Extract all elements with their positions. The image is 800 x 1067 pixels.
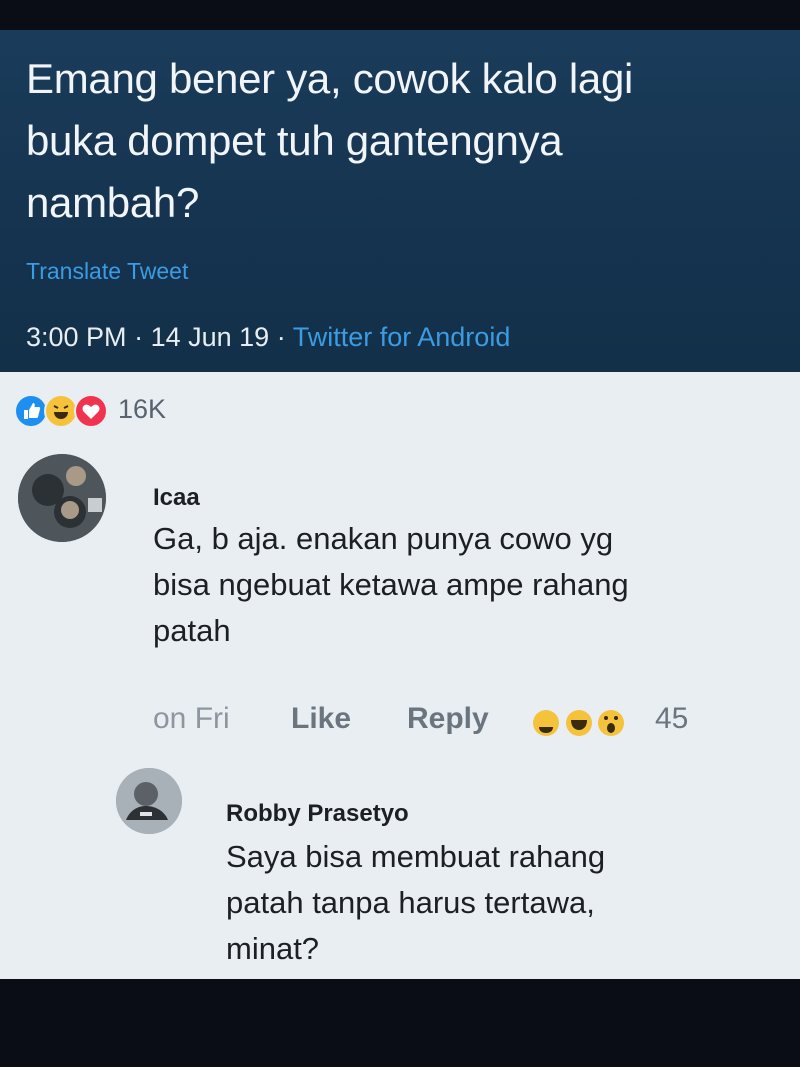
meta-separator: · bbox=[134, 322, 144, 352]
avatar[interactable] bbox=[116, 768, 182, 834]
love-icon bbox=[74, 394, 108, 428]
tweet-text-line: buka dompet tuh gantengnya bbox=[26, 117, 563, 164]
tweet-time: 3:00 PM bbox=[26, 322, 127, 352]
reply-text: Saya bisa membuat rahang patah tanpa har… bbox=[226, 834, 786, 972]
tweet-text-line: nambah? bbox=[26, 179, 200, 226]
reply-button[interactable]: Reply bbox=[407, 702, 489, 736]
haha-icon bbox=[44, 394, 78, 428]
facebook-comments: 16K Icaa Ga, b aja. enakan punya cowo yg… bbox=[0, 372, 800, 979]
tweet-card: Emang bener ya, cowok kalo lagi buka dom… bbox=[0, 30, 800, 372]
comment-reaction-count: 45 bbox=[655, 702, 689, 735]
reaction-count: 16K bbox=[118, 394, 167, 424]
comment-text-line: patah bbox=[153, 613, 231, 648]
comment-text-line: Ga, b aja. enakan punya cowo yg bbox=[153, 521, 614, 556]
commenter-name[interactable]: Icaa bbox=[153, 484, 200, 512]
bottom-border bbox=[0, 979, 800, 1067]
avatar[interactable] bbox=[18, 454, 106, 542]
reply-text-line: patah tanpa harus tertawa, bbox=[226, 885, 595, 920]
laugh-icon bbox=[566, 710, 592, 736]
like-icon bbox=[14, 394, 48, 428]
tweet-meta: 3:00 PM · 14 Jun 19 · Twitter for Androi… bbox=[26, 322, 510, 353]
like-button[interactable]: Like bbox=[291, 702, 351, 736]
translate-tweet-link[interactable]: Translate Tweet bbox=[26, 258, 188, 285]
comment-text-line: bisa ngebuat ketawa ampe rahang bbox=[153, 567, 629, 602]
comment-reactions[interactable] bbox=[531, 708, 641, 746]
wow-icon bbox=[598, 710, 624, 736]
reply-text-line: minat? bbox=[226, 931, 320, 966]
tweet-text: Emang bener ya, cowok kalo lagi buka dom… bbox=[26, 48, 766, 234]
tweet-source-link[interactable]: Twitter for Android bbox=[293, 322, 511, 352]
tweet-text-line: Emang bener ya, cowok kalo lagi bbox=[26, 55, 634, 102]
comment-time[interactable]: on Fri bbox=[153, 702, 230, 736]
reply-text-line: Saya bisa membuat rahang bbox=[226, 839, 606, 874]
tweet-date: 14 Jun 19 bbox=[150, 322, 270, 352]
commenter-name[interactable]: Robby Prasetyo bbox=[226, 800, 409, 828]
comment-text: Ga, b aja. enakan punya cowo yg bisa nge… bbox=[153, 516, 773, 654]
haha-icon bbox=[533, 710, 559, 736]
meta-separator: · bbox=[276, 322, 286, 352]
top-border bbox=[0, 0, 800, 30]
